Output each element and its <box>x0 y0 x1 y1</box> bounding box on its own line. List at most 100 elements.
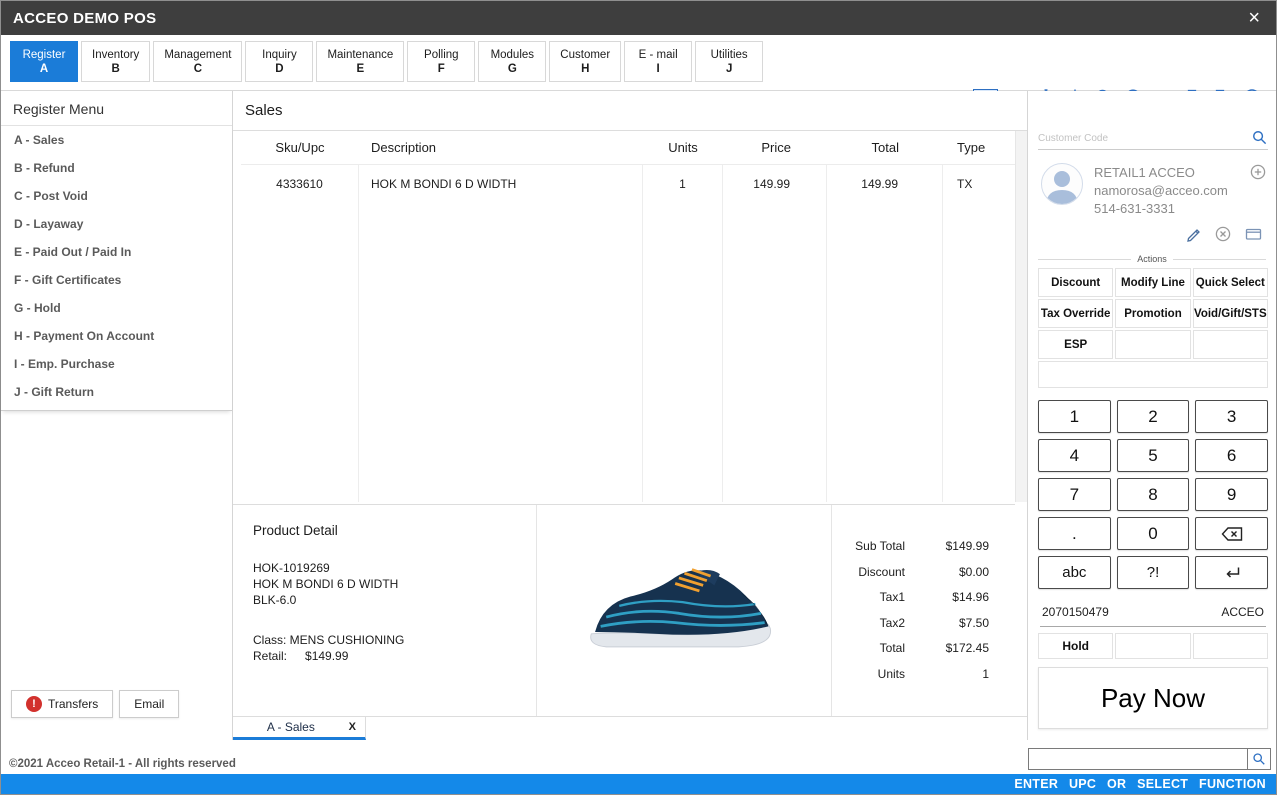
footer-search-input[interactable] <box>1029 749 1247 769</box>
top-navbar: RegisterA InventoryB ManagementC Inquiry… <box>1 35 1276 91</box>
totals-panel: Sub Total$149.99 Discount$0.00 Tax1$14.9… <box>831 505 1015 716</box>
sidebar-item-payment-on-account[interactable]: H - Payment On Account <box>1 322 232 350</box>
column-header-sku: Sku/Upc <box>241 140 359 155</box>
footer-search-button[interactable] <box>1247 749 1270 769</box>
sales-table: Sku/Upc Description Units Price Total Ty… <box>241 131 1015 502</box>
tab-register[interactable]: RegisterA <box>10 41 78 82</box>
action-empty <box>1193 330 1268 359</box>
sidebar-item-layaway[interactable]: D - Layaway <box>1 210 232 238</box>
product-detail-panel: Product Detail HOK-1019269 HOK M BONDI 6… <box>233 504 1015 716</box>
action-esp[interactable]: ESP <box>1038 330 1113 359</box>
product-retail: Retail:$149.99 <box>253 648 516 664</box>
action-empty <box>1115 330 1190 359</box>
close-icon: × <box>1248 7 1260 29</box>
sidebar-buttons: ! Transfers Email <box>11 690 179 718</box>
sidebar-item-post-void[interactable]: C - Post Void <box>1 182 232 210</box>
shoe-image <box>582 548 787 660</box>
numpad: 1 2 3 4 5 6 7 8 9 . 0 abc ?! <box>1038 400 1268 589</box>
customer-code-input[interactable] <box>1038 132 1251 144</box>
column-header-description: Description <box>359 140 643 155</box>
sidebar-item-gift-certificates[interactable]: F - Gift Certificates <box>1 266 232 294</box>
sidebar-item-sales[interactable]: A - Sales <box>1 126 232 154</box>
sidebar-item-refund[interactable]: B - Refund <box>1 154 232 182</box>
action-promotion[interactable]: Promotion <box>1115 299 1190 328</box>
table-row[interactable]: 4333610 HOK M BONDI 6 D WIDTH 1 149.99 1… <box>241 165 1015 502</box>
key-6[interactable]: 6 <box>1195 439 1268 472</box>
close-button[interactable]: × <box>1244 8 1264 28</box>
tab-inquiry[interactable]: InquiryD <box>245 41 313 82</box>
status-text: ENTER UPC OR SELECT FUNCTION <box>1014 777 1266 791</box>
tab-maintenance[interactable]: MaintenanceE <box>316 41 404 82</box>
window-title: ACCEO DEMO POS <box>13 10 156 27</box>
footer-search <box>1028 748 1271 770</box>
key-4[interactable]: 4 <box>1038 439 1111 472</box>
customer-card-icon[interactable] <box>1245 226 1262 242</box>
clear-customer-icon[interactable] <box>1215 226 1231 242</box>
sales-panel: Sales Sku/Upc Description Units Price To… <box>233 91 1027 740</box>
sidebar-item-paid-out-in[interactable]: E - Paid Out / Paid In <box>1 238 232 266</box>
search-icon <box>1252 752 1266 766</box>
sidebar-item-gift-return[interactable]: J - Gift Return <box>1 378 232 406</box>
sidebar-item-hold[interactable]: G - Hold <box>1 294 232 322</box>
email-button[interactable]: Email <box>119 690 179 718</box>
tab-customer[interactable]: CustomerH <box>549 41 621 82</box>
alert-icon: ! <box>26 696 42 712</box>
transfers-button[interactable]: ! Transfers <box>11 690 113 718</box>
key-enter[interactable] <box>1195 556 1268 589</box>
sidebar-item-emp-purchase[interactable]: I - Emp. Purchase <box>1 350 232 378</box>
key-abc[interactable]: abc <box>1038 556 1111 589</box>
enter-icon <box>1222 566 1242 580</box>
page-title: Sales <box>233 91 1027 131</box>
action-tax-override[interactable]: Tax Override <box>1038 299 1113 328</box>
total-row-units: Units1 <box>832 667 989 693</box>
document-tab-strip: A - Sales X <box>233 716 1027 740</box>
tab-close-button[interactable]: X <box>349 721 365 733</box>
action-discount[interactable]: Discount <box>1038 268 1113 297</box>
column-header-total: Total <box>827 140 943 155</box>
tab-management[interactable]: ManagementC <box>153 41 242 82</box>
product-description: HOK M BONDI 6 D WIDTH <box>253 576 516 592</box>
status-bar: ENTER UPC OR SELECT FUNCTION <box>1 774 1276 794</box>
title-bar: ACCEO DEMO POS × <box>1 1 1276 35</box>
key-decimal[interactable]: . <box>1038 517 1111 550</box>
hold-button[interactable]: Hold <box>1038 633 1113 659</box>
key-symbols[interactable]: ?! <box>1117 556 1190 589</box>
key-5[interactable]: 5 <box>1117 439 1190 472</box>
tab-utilities[interactable]: UtilitiesJ <box>695 41 763 82</box>
action-quick-select[interactable]: Quick Select <box>1193 268 1268 297</box>
action-empty-row <box>1038 361 1268 388</box>
action-void-gift-sts[interactable]: Void/Gift/STS <box>1193 299 1268 328</box>
key-8[interactable]: 8 <box>1117 478 1190 511</box>
vertical-scrollbar[interactable] <box>1015 131 1027 502</box>
total-row-tax1: Tax1$14.96 <box>832 590 989 616</box>
key-0[interactable]: 0 <box>1117 517 1190 550</box>
key-7[interactable]: 7 <box>1038 478 1111 511</box>
tab-a-sales[interactable]: A - Sales X <box>233 717 366 740</box>
product-variant: BLK-6.0 <box>253 592 516 608</box>
actions-title: Actions <box>1137 254 1167 264</box>
cell-description: HOK M BONDI 6 D WIDTH <box>359 165 643 502</box>
register-menu-title: Register Menu <box>1 91 232 126</box>
customer-phone: 514-631-3331 <box>1094 200 1228 218</box>
add-customer-icon[interactable] <box>1250 164 1266 180</box>
customer-search-icon[interactable] <box>1251 129 1268 146</box>
tab-email[interactable]: E - mailI <box>624 41 692 82</box>
app-window: ACCEO DEMO POS × RegisterA InventoryB Ma… <box>0 0 1277 795</box>
actions-grid: Discount Modify Line Quick Select Tax Ov… <box>1038 268 1268 388</box>
action-modify-line[interactable]: Modify Line <box>1115 268 1190 297</box>
tab-modules[interactable]: ModulesG <box>478 41 546 82</box>
total-row-total: Total$172.45 <box>832 641 989 667</box>
key-9[interactable]: 9 <box>1195 478 1268 511</box>
edit-customer-icon[interactable] <box>1185 226 1201 242</box>
pay-now-button[interactable]: Pay Now <box>1038 667 1268 729</box>
nav-tabs: RegisterA InventoryB ManagementC Inquiry… <box>10 41 763 82</box>
tab-inventory[interactable]: InventoryB <box>81 41 150 82</box>
key-1[interactable]: 1 <box>1038 400 1111 433</box>
tab-polling[interactable]: PollingF <box>407 41 475 82</box>
key-3[interactable]: 3 <box>1195 400 1268 433</box>
product-sku: HOK-1019269 <box>253 560 516 576</box>
key-2[interactable]: 2 <box>1117 400 1190 433</box>
key-backspace[interactable] <box>1195 517 1268 550</box>
total-row-subtotal: Sub Total$149.99 <box>832 539 989 565</box>
total-row-discount: Discount$0.00 <box>832 565 989 591</box>
